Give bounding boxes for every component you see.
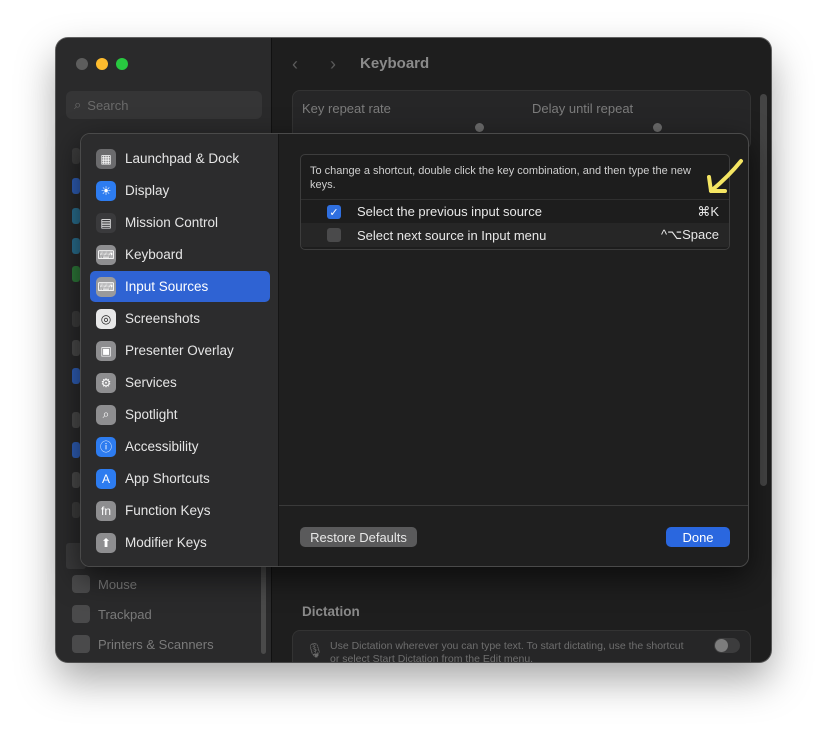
category-item[interactable]: ⓘ Accessibility xyxy=(90,431,270,462)
delay-until-repeat-label: Delay until repeat xyxy=(532,101,634,116)
accessibility-icon: ⓘ xyxy=(96,436,116,457)
category-label: Input Sources xyxy=(125,279,209,294)
shortcut-row[interactable]: Select next source in Input menu ^⌥Space xyxy=(301,223,729,247)
sheet-footer: Restore Defaults Done xyxy=(279,505,748,566)
category-item[interactable]: ◎ Screenshots xyxy=(90,303,270,334)
sidebar-item-label: Printers & Scanners xyxy=(98,636,214,652)
dictation-description: Use Dictation wherever you can type text… xyxy=(330,640,684,652)
page-title: Keyboard xyxy=(360,55,430,72)
shortcut-row[interactable]: ✓ Select the previous input source ⌘K xyxy=(301,199,729,223)
category-label: Services xyxy=(125,375,177,390)
category-label: Function Keys xyxy=(125,503,211,518)
shortcut-key[interactable]: ⌘K xyxy=(697,204,719,220)
services-icon: ⚙ xyxy=(96,372,116,393)
spotlight-icon: ⌕ xyxy=(96,404,116,425)
sidebar-item-covered[interactable] xyxy=(72,266,80,282)
main-scrollbar[interactable] xyxy=(760,94,767,486)
sidebar-item-covered[interactable] xyxy=(72,311,80,327)
sidebar-item-covered[interactable] xyxy=(72,472,80,488)
shortcut-categories: ▦ Launchpad & Dock ☀ Display ▤ Mission Contro… xyxy=(81,134,279,566)
app-shortcuts-icon: A xyxy=(96,468,116,489)
forward-chevron-icon[interactable]: › xyxy=(330,54,336,75)
back-chevron-icon[interactable]: ‹ xyxy=(292,54,298,75)
dictation-toggle[interactable] xyxy=(714,638,740,653)
mouse-icon xyxy=(72,575,90,593)
sidebar-item-covered[interactable] xyxy=(72,502,80,518)
dictation-description-line2: or select Start Dictation from the Edit … xyxy=(330,653,534,662)
category-item[interactable]: ⚙ Services xyxy=(90,367,270,398)
sidebar-item-covered[interactable] xyxy=(72,208,80,224)
category-label: Accessibility xyxy=(125,439,199,454)
restore-defaults-button[interactable]: Restore Defaults xyxy=(300,527,417,547)
category-label: Launchpad & Dock xyxy=(125,151,240,166)
shortcut-hint: To change a shortcut, double click the k… xyxy=(310,165,691,191)
minimize-window-button[interactable] xyxy=(96,58,108,70)
category-item[interactable]: ▤ Mission Control xyxy=(90,207,270,238)
sidebar-item-covered[interactable] xyxy=(72,442,80,458)
sidebar-item-trackpad[interactable]: Trackpad xyxy=(72,602,152,626)
category-item[interactable]: ▦ Launchpad & Dock xyxy=(90,143,270,174)
microphone-icon: 🎙 xyxy=(306,642,324,658)
category-label: Display xyxy=(125,183,170,198)
shortcut-key[interactable]: ^⌥Space xyxy=(661,227,719,243)
dictation-heading: Dictation xyxy=(302,604,360,619)
category-label: Modifier Keys xyxy=(125,535,207,550)
category-label: Mission Control xyxy=(125,215,219,230)
search-field[interactable]: ⌕ Search xyxy=(66,91,262,119)
sidebar-item-covered[interactable] xyxy=(72,148,80,164)
sidebar-item-printers-scanners[interactable]: Printers & Scanners xyxy=(72,632,214,656)
sidebar-item-covered[interactable] xyxy=(72,412,80,428)
zoom-window-button[interactable] xyxy=(116,58,128,70)
display-icon: ☀ xyxy=(96,180,116,201)
category-item[interactable]: ⬆ Modifier Keys xyxy=(90,527,270,558)
category-item[interactable]: A App Shortcuts xyxy=(90,463,270,494)
delay-repeat-slider[interactable] xyxy=(653,123,662,132)
search-icon: ⌕ xyxy=(74,97,82,112)
launchpad-icon: ▦ xyxy=(96,148,116,169)
sidebar-scrollbar[interactable] xyxy=(261,554,266,654)
search-placeholder: Search xyxy=(87,97,129,113)
key-repeat-slider[interactable] xyxy=(475,123,484,132)
sidebar-item-covered[interactable] xyxy=(72,340,80,356)
presenter-overlay-icon: ▣ xyxy=(96,340,116,361)
modifier-keys-icon: ⬆ xyxy=(96,532,116,553)
sidebar-item-covered[interactable] xyxy=(72,238,80,254)
shortcut-checkbox[interactable]: ✓ xyxy=(327,205,341,219)
sidebar-item-covered[interactable] xyxy=(72,178,80,194)
printer-icon xyxy=(72,635,90,653)
sidebar-item-label: Mouse xyxy=(98,576,138,592)
shortcut-list-area: To change a shortcut, double click the k… xyxy=(279,134,748,506)
shortcut-label: Select next source in Input menu xyxy=(357,227,547,243)
shortcut-label: Select the previous input source xyxy=(357,204,542,219)
category-item[interactable]: ⌨ Input Sources xyxy=(90,271,270,302)
category-item[interactable]: ☀ Display xyxy=(90,175,270,206)
category-label: Spotlight xyxy=(125,407,178,422)
category-label: App Shortcuts xyxy=(125,471,210,486)
annotation-arrow-icon xyxy=(707,159,743,193)
category-label: Screenshots xyxy=(125,311,201,326)
category-item[interactable]: ▣ Presenter Overlay xyxy=(90,335,270,366)
close-window-button[interactable] xyxy=(76,58,88,70)
function-keys-icon: fn xyxy=(96,500,116,521)
keyboard-shortcuts-sheet: ▦ Launchpad & Dock ☀ Display ▤ Mission Contro… xyxy=(80,133,749,567)
trackpad-icon xyxy=(72,605,90,623)
mission-control-icon: ▤ xyxy=(96,212,116,233)
category-item[interactable]: ⌕ Spotlight xyxy=(90,399,270,430)
sidebar-item-covered[interactable] xyxy=(72,368,80,384)
category-item[interactable]: ⌨ Keyboard xyxy=(90,239,270,270)
sidebar-item-label: Trackpad xyxy=(98,606,152,622)
keyboard-icon: ⌨ xyxy=(96,244,116,265)
sidebar-item-mouse[interactable]: Mouse xyxy=(72,572,137,596)
shortcut-table: To change a shortcut, double click the k… xyxy=(300,154,730,250)
category-item[interactable]: fn Function Keys xyxy=(90,495,270,526)
done-button[interactable]: Done xyxy=(666,527,730,547)
screenshots-icon: ◎ xyxy=(96,308,116,329)
category-label: Presenter Overlay xyxy=(125,343,234,358)
key-repeat-label: Key repeat rate xyxy=(302,101,391,116)
category-label: Keyboard xyxy=(125,247,183,262)
shortcut-checkbox[interactable] xyxy=(327,228,341,242)
input-sources-icon: ⌨ xyxy=(96,276,116,297)
